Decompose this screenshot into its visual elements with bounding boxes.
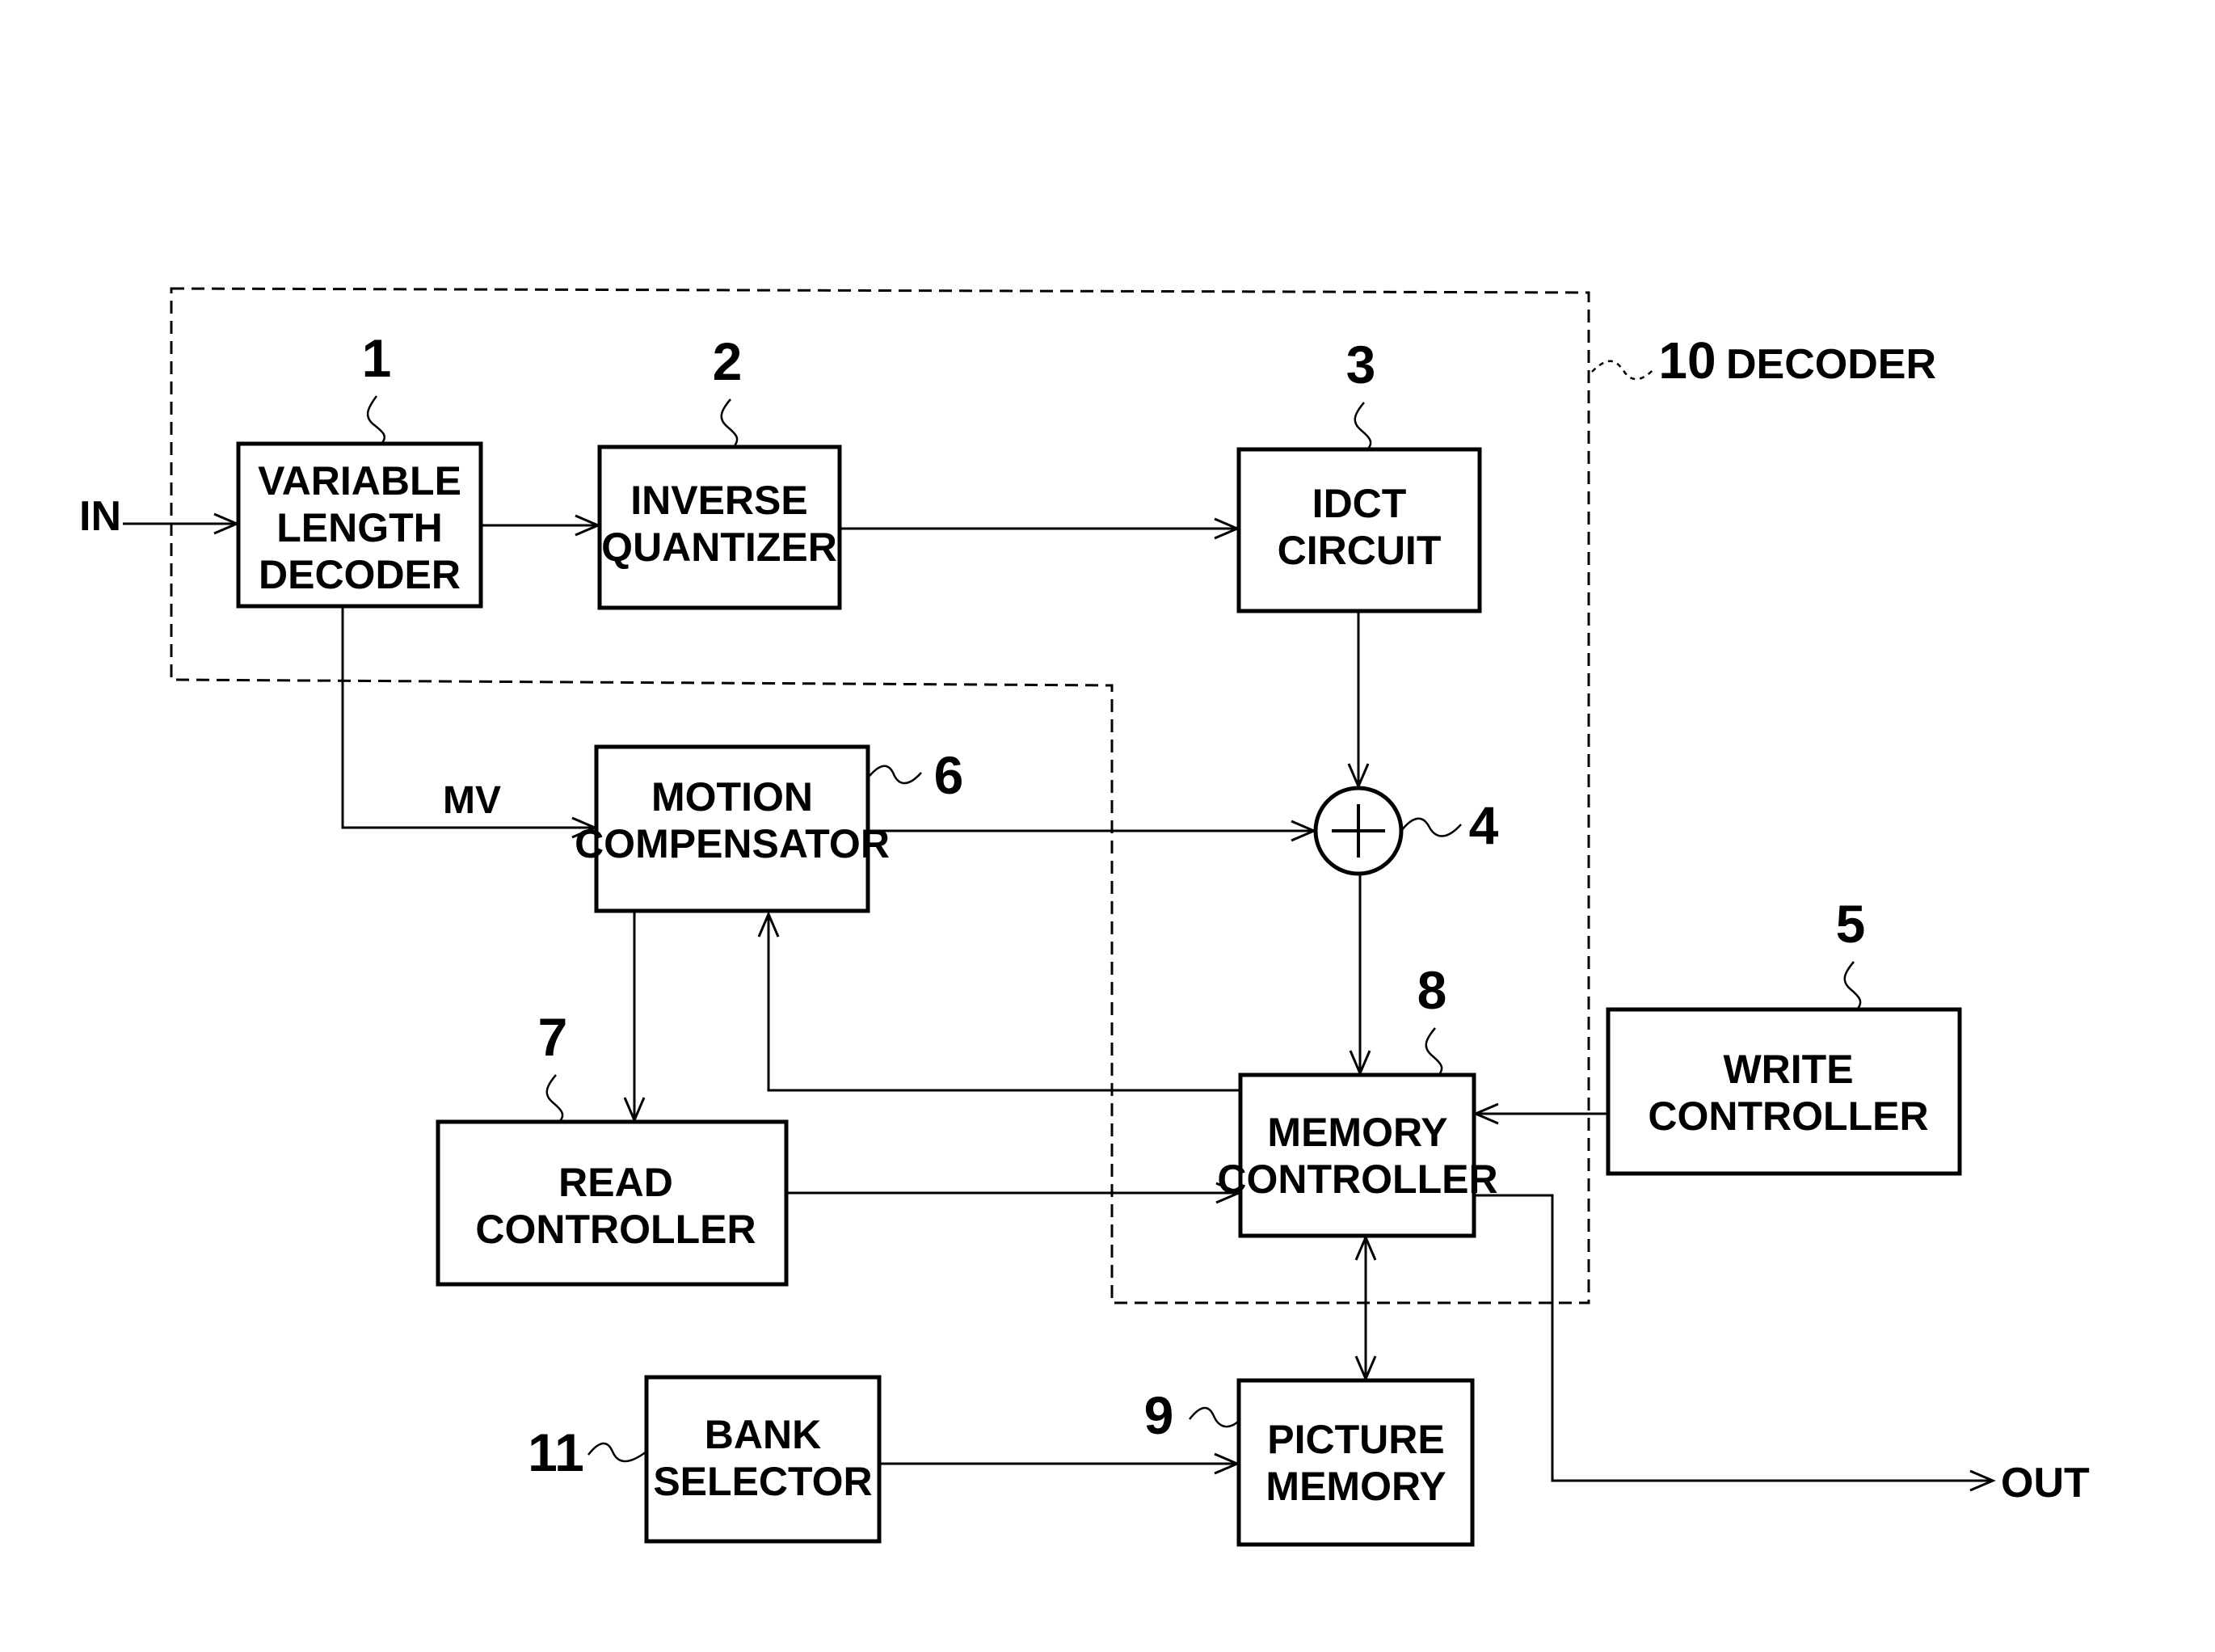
mem-ctrl-label-line-2: CONTROLLER <box>1217 1157 1497 1202</box>
read-controller-block: READ CONTROLLER <box>436 1119 789 1287</box>
mc-ref-number: 6 <box>934 745 964 805</box>
adder-ref-number: 4 <box>1469 795 1499 855</box>
bank-sel-ref-leader <box>587 1442 647 1463</box>
iq-label-line-2: QUANTIZER <box>601 525 837 570</box>
idct-label-line-2: CIRCUIT <box>1278 528 1442 573</box>
memctrl-to-out-connector <box>1476 1194 1993 1482</box>
read-ctrl-label-line-2: CONTROLLER <box>475 1207 756 1252</box>
adder-ref-leader <box>1400 817 1462 837</box>
read-ctrl-ref-number: 7 <box>538 1007 568 1067</box>
vld-label-line-1: VARIABLE <box>258 458 461 504</box>
mc-label-line-1: MOTION <box>651 774 813 820</box>
write-controller-block: WRITE CONTROLLER <box>1606 1007 1962 1176</box>
motion-compensator-block: MOTION COMPENSATOR <box>575 744 890 913</box>
idct-ref-leader <box>1354 402 1372 450</box>
vld-ref-number: 1 <box>362 328 392 388</box>
decoder-block-diagram: 10 DECODER VARIABLE LENGTH DECODER 1 INV… <box>79 287 2090 1547</box>
memory-controller-block: MEMORY CONTROLLER <box>1217 1073 1498 1238</box>
mc-label-line-2: COMPENSATOR <box>575 821 890 866</box>
iq-label-line-1: INVERSE <box>630 478 808 523</box>
output-label: OUT <box>2001 1460 2090 1507</box>
mv-label: MV <box>443 779 501 822</box>
idct-circuit-block: IDCT CIRCUIT <box>1236 447 1482 613</box>
bank-sel-label-line-2: SELECTOR <box>653 1459 872 1504</box>
mem-ctrl-label-line-1: MEMORY <box>1267 1110 1447 1155</box>
decoder-group-label: DECODER <box>1726 341 1936 388</box>
picture-memory-block: PICTURE MEMORY <box>1236 1378 1475 1547</box>
inverse-quantizer-block: INVERSE QUANTIZER <box>597 445 842 610</box>
pic-mem-label-line-2: MEMORY <box>1265 1464 1446 1509</box>
decoder-group-leader <box>1591 360 1656 381</box>
input-label: IN <box>79 493 121 540</box>
memctrl-to-mc-connector <box>767 914 1239 1092</box>
write-ctrl-label-line-2: CONTROLLER <box>1648 1094 1928 1139</box>
idct-ref-number: 3 <box>1346 335 1376 394</box>
write-ctrl-ref-number: 5 <box>1836 894 1866 954</box>
iq-ref-number: 2 <box>713 331 743 391</box>
write-ctrl-ref-leader <box>1843 961 1862 1010</box>
pic-mem-ref-leader <box>1189 1406 1240 1428</box>
iq-ref-leader <box>720 398 739 448</box>
pic-mem-label-line-1: PICTURE <box>1267 1417 1444 1462</box>
write-ctrl-label-line-1: WRITE <box>1723 1047 1853 1092</box>
vld-label-line-3: DECODER <box>259 552 461 597</box>
decoder-group-ref: 10 <box>1658 331 1716 390</box>
vld-ref-leader <box>366 395 386 445</box>
mem-ctrl-ref-number: 8 <box>1417 960 1447 1020</box>
mc-ref-leader <box>869 765 922 785</box>
adder-node <box>1313 786 1404 876</box>
vld-label-line-2: LENGTH <box>276 505 443 550</box>
variable-length-decoder-block: VARIABLE LENGTH DECODER <box>236 441 483 609</box>
pic-mem-ref-number: 9 <box>1144 1385 1174 1445</box>
bank-sel-ref-number: 11 <box>528 1422 584 1482</box>
mem-ctrl-ref-leader <box>1425 1027 1443 1076</box>
idct-label-line-1: IDCT <box>1312 481 1407 526</box>
bank-sel-label-line-1: BANK <box>705 1412 821 1457</box>
read-ctrl-ref-leader <box>545 1074 564 1123</box>
bank-selector-block: BANK SELECTOR <box>644 1375 882 1544</box>
read-ctrl-label-line-1: READ <box>558 1160 673 1205</box>
